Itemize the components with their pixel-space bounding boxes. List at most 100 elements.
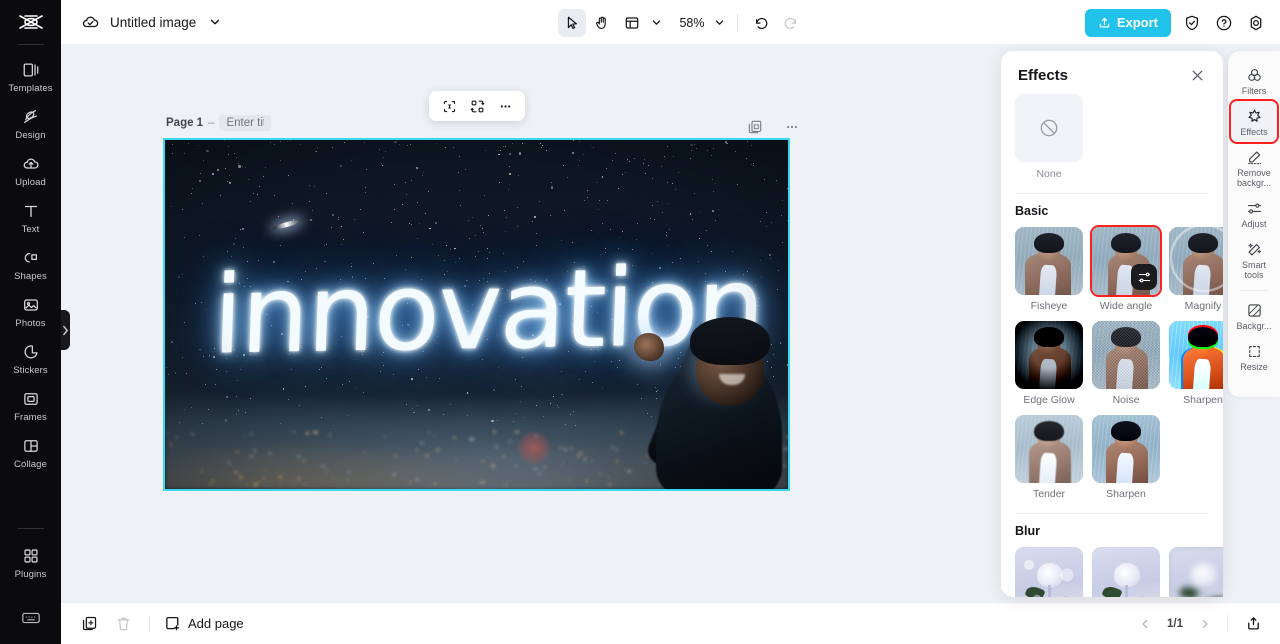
more-horizontal-icon[interactable] [780,115,804,139]
right-item-background[interactable]: Backgr... [1231,295,1277,336]
redo-button[interactable] [777,9,805,37]
add-page-icon [164,615,181,632]
smart-tools-wand-icon [1245,240,1263,258]
photos-icon [21,295,41,315]
hand-tool-button[interactable] [588,9,616,37]
panel-divider [1015,513,1209,514]
effect-tile-sharpen-2[interactable]: Sharpen [1092,415,1160,500]
no-effect-icon[interactable] [1015,94,1083,162]
crop-select-icon[interactable] [437,94,461,118]
effect-tile-wide-angle[interactable]: Wide angle [1090,225,1162,312]
effect-thumbnail [1169,321,1223,389]
sidebar-item-label: Templates [8,83,53,94]
effect-tile-magnify[interactable]: Magnify [1169,227,1223,312]
zoom-level-value[interactable]: 58% [675,16,709,30]
adjust-sliders-icon[interactable] [1131,264,1157,290]
effect-tile-fisheye[interactable]: Fisheye [1015,227,1083,312]
sidebar-item-photos[interactable]: Photos [0,288,61,335]
right-item-label: Resize [1240,362,1268,372]
effect-tile-blur-3[interactable] [1169,547,1223,597]
prev-page-button[interactable] [1136,615,1154,633]
top-right-actions: Export [1084,0,1267,45]
cloud-saved-icon [80,12,100,32]
effect-label: Sharpen [1183,394,1223,406]
page-indicator: 1/1 [1167,617,1183,630]
right-item-effects[interactable]: Effects [1229,99,1279,144]
sidebar-item-text[interactable]: Text [0,194,61,241]
stickers-icon [21,342,41,362]
close-x-icon[interactable] [1188,66,1206,84]
filters-icon [1245,66,1263,84]
right-item-smart-tools[interactable]: Smart tools [1231,234,1277,285]
page-title-input[interactable] [219,115,272,131]
select-tool-button[interactable] [558,8,586,37]
sidebar-item-collage[interactable]: Collage [0,429,61,476]
rail-divider [17,44,44,45]
sidebar-item-templates[interactable]: Templates [0,53,61,100]
export-button[interactable]: Export [1084,8,1171,37]
zoom-control[interactable]: 58% [675,14,728,32]
settings-gear-icon[interactable] [1245,12,1267,34]
sidebar-item-label: Shapes [14,271,47,282]
shield-check-icon[interactable] [1181,12,1203,34]
chevron-down-icon[interactable] [206,13,224,31]
sidebar-item-shapes[interactable]: Shapes [0,241,61,288]
effect-tile-noise[interactable]: Noise [1092,321,1160,406]
section-title-blur: Blur [1015,524,1040,538]
layout-tool-button[interactable] [618,9,665,37]
more-horizontal-icon[interactable] [493,94,517,118]
undo-button[interactable] [747,9,775,37]
sidebar-item-plugins[interactable]: Plugins [0,539,61,586]
effect-thumbnail [1092,321,1160,389]
bottom-right-actions: 1/1 [1136,612,1265,636]
right-item-resize[interactable]: Resize [1231,336,1277,377]
sidebar-item-label: Stickers [13,365,48,376]
canvas-tools-group: 58% [558,0,805,45]
templates-icon [21,60,41,80]
duplicate-page-icon[interactable] [743,115,767,139]
none-effect-tile[interactable]: None [1015,94,1209,180]
effect-label: Tender [1032,488,1066,500]
duplicate-icon[interactable] [77,612,101,636]
sidebar-collapse-handle[interactable] [61,310,70,350]
next-page-button[interactable] [1196,615,1214,633]
add-page-button[interactable]: Add page [164,615,244,632]
top-toolbar: Untitled image 58% Export [61,0,1280,45]
none-effect-label: None [1036,168,1062,180]
sidebar-item-stickers[interactable]: Stickers [0,335,61,382]
effect-tile-blur-1[interactable] [1015,547,1083,597]
effect-label: Magnify [1184,300,1222,312]
resize-icon [1245,342,1263,360]
left-sidebar: Templates Design Upload Text Shapes Phot… [0,0,61,644]
help-circle-icon[interactable] [1213,12,1235,34]
sidebar-item-frames[interactable]: Frames [0,382,61,429]
bottom-toolbar: Add page 1/1 [61,602,1280,644]
effects-panel-scroll[interactable]: None Basic Fisheye Wide angle Magnify Ed… [1001,94,1223,597]
chevron-down-icon[interactable] [710,14,728,32]
right-item-label: Remove backgr... [1236,168,1272,188]
sidebar-item-upload[interactable]: Upload [0,147,61,194]
capcut-logo-icon[interactable] [16,11,46,33]
right-item-filters[interactable]: Filters [1231,60,1277,101]
right-sidebar: Filters Effects Remove backgr... Adjust … [1228,51,1280,397]
canvas-photo: innovation [165,140,788,489]
swap-layout-icon[interactable] [465,94,489,118]
upload-cloud-icon [21,154,41,174]
layout-panel-icon[interactable] [618,9,646,37]
keyboard-shortcuts-button[interactable] [0,586,61,634]
sidebar-item-label: Photos [15,318,46,329]
trash-icon[interactable] [111,612,135,636]
effect-tile-tender[interactable]: Tender [1015,415,1083,500]
canvas-image-frame[interactable]: innovation [163,138,790,491]
effect-tile-edge-glow[interactable]: Edge Glow [1015,321,1083,406]
remove-background-icon [1245,148,1263,166]
chevron-down-icon[interactable] [647,14,665,32]
right-item-remove-background[interactable]: Remove backgr... [1231,142,1277,193]
document-title[interactable]: Untitled image [110,15,196,30]
export-tray-icon[interactable] [1241,612,1265,636]
right-item-adjust[interactable]: Adjust [1231,193,1277,234]
sidebar-item-design[interactable]: Design [0,100,61,147]
sidebar-item-label: Upload [15,177,46,188]
effect-tile-sharpen-1[interactable]: Sharpen [1169,321,1223,406]
effect-tile-blur-2[interactable] [1092,547,1160,597]
